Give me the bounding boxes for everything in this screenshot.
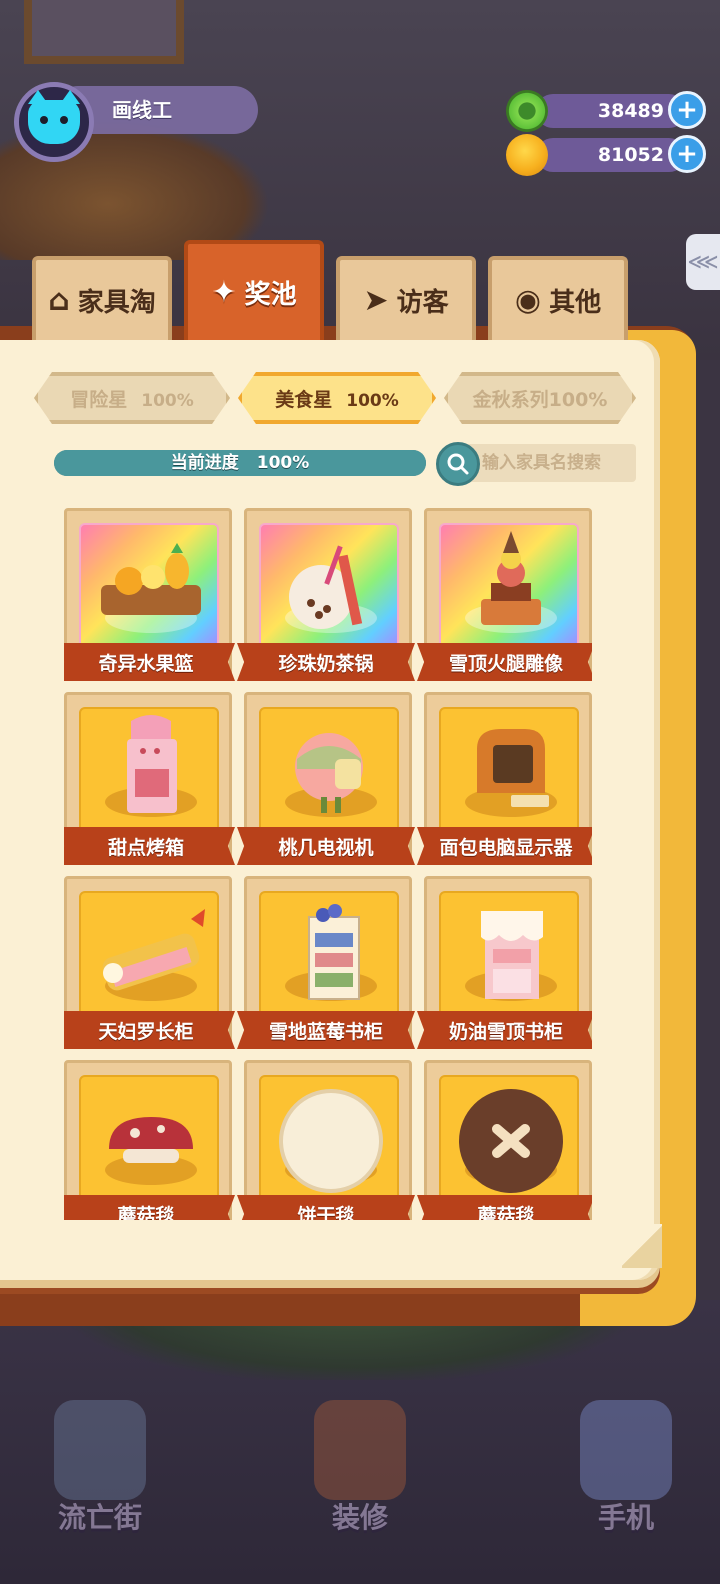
nav-decorate[interactable]: 装修 [290,1400,430,1550]
planet-coin-icon [506,134,548,176]
furniture-card[interactable]: 奇异水果篮 [64,508,235,681]
tab-visitors[interactable]: ➤ 访客 [336,256,476,340]
share-icon[interactable]: ⋘ [686,234,720,290]
furniture-card[interactable]: 桃几电视机 [237,692,415,865]
collection-progress-bar: 当前进度 100% [54,450,426,476]
furniture-card[interactable]: 面包电脑显示器 [417,692,592,865]
player-profile[interactable]: 画线工 [14,82,258,162]
cream-bookshelf-icon [481,911,543,999]
bubble-tea-pot-icon [289,545,363,629]
mushroom-rug-icon [109,1117,193,1163]
furniture-card[interactable]: 甜点烤箱 [64,692,235,865]
bread-computer-icon [477,729,549,807]
furniture-card[interactable]: 雪顶火腿雕像 [417,508,592,681]
tab-prize-pool[interactable]: ✦ 奖池 [184,240,324,340]
paint-roller-icon [314,1400,406,1500]
progress-percent: 100% [256,453,310,473]
star-cards-icon: ✦ [211,274,237,310]
furniture-grid: 奇异水果篮 珍珠奶茶锅 雪顶火腿雕像 甜点烤箱 桃几电视机 面包电脑显示器 天妇… [64,508,592,1220]
item-name: 雪顶火腿雕像 [417,643,592,681]
currency-amount: 81052 [597,144,664,166]
item-name: 蘑菇毯 [64,1195,235,1220]
furniture-card[interactable]: 蘑菇毯 [417,1060,592,1220]
series-tag-adventure[interactable]: 冒险星 100% [34,372,230,424]
furniture-search [436,442,636,486]
search-input[interactable] [482,444,636,482]
tab-other[interactable]: ◉ 其他 [488,256,628,340]
search-icon[interactable] [436,442,480,486]
paw-icon: ◉ [514,282,542,318]
username: 画线工 [112,98,172,122]
item-name: 雪地蓝莓书柜 [237,1011,415,1049]
furniture-card[interactable]: 饼干毯 [237,1060,415,1220]
item-name: 饼干毯 [237,1195,415,1220]
item-name: 桃几电视机 [237,827,415,865]
blueberry-bookshelf-icon [308,904,360,1000]
series-tag-food[interactable]: 美食星 100% [238,372,436,424]
item-name: 面包电脑显示器 [417,827,592,865]
nav-exile-street[interactable]: 流亡街 [30,1400,170,1550]
category-tabs: ⌂ 家具淘 ✦ 奖池 ➤ 访客 ◉ 其他 [32,240,632,340]
currency-amount: 38489 [597,100,664,122]
wall-picture-frame [24,0,184,64]
phone-icon [580,1400,672,1500]
bottom-navigation: 流亡街 装修 手机 [0,1400,720,1560]
add-currency-button[interactable]: + [668,135,706,173]
fruit-basket-icon [101,543,201,615]
tempura-cabinet-icon [102,909,205,991]
item-name: 天妇罗长柜 [64,1011,235,1049]
furniture-card[interactable]: 珍珠奶茶锅 [237,508,415,681]
dessert-oven-icon [127,715,177,813]
add-currency-button[interactable]: + [668,91,706,129]
nav-phone[interactable]: 手机 [556,1400,696,1550]
item-name: 奇异水果篮 [64,643,235,681]
progress-label: 当前进度 [170,453,239,473]
currency-donut: 38489 + [506,90,706,132]
tab-furniture-shop[interactable]: ⌂ 家具淘 [32,256,172,340]
series-tag-autumn[interactable]: 金秋系列100% [444,372,636,424]
item-name: 珍珠奶茶锅 [237,643,415,681]
cat-avatar-icon [28,90,80,144]
paper-plane-icon: ➤ [363,282,389,318]
cookie-rug-icon [279,1089,383,1193]
currency-planet: 81052 + [506,134,706,176]
item-name: 蘑菇毯 [417,1195,592,1220]
furniture-card[interactable]: 蘑菇毯 [64,1060,235,1220]
ice-cream-statue-icon [481,531,541,625]
page-curl[interactable] [622,1224,662,1268]
mushroom-top-rug-icon [459,1089,563,1193]
furniture-card[interactable]: 奶油雪顶书柜 [417,876,592,1049]
street-icon [54,1400,146,1500]
donut-coin-icon [506,90,548,132]
avatar[interactable] [14,82,94,162]
peach-tv-icon [295,733,363,813]
furniture-card[interactable]: 天妇罗长柜 [64,876,235,1049]
house-icon: ⌂ [48,282,70,318]
furniture-card[interactable]: 雪地蓝莓书柜 [237,876,415,1049]
item-name: 甜点烤箱 [64,827,235,865]
item-name: 奶油雪顶书柜 [417,1011,592,1049]
